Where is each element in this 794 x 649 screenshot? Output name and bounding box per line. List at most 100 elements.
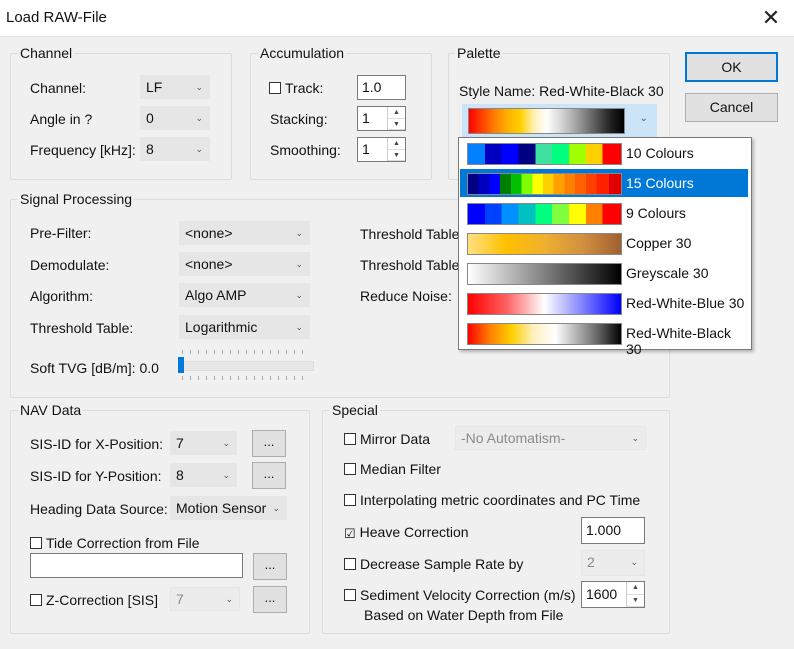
- chevron-down-icon: ⌄: [295, 290, 303, 300]
- prefilter-label: Pre-Filter:: [30, 225, 92, 241]
- threshold-table-label: Threshold Table:: [30, 320, 134, 336]
- checkbox-icon: [30, 594, 42, 606]
- track-input[interactable]: 1.0: [357, 75, 406, 100]
- window-title: Load RAW-File: [6, 9, 107, 26]
- threshold-table-select[interactable]: Logarithmic ⌄: [179, 315, 310, 339]
- z-correction-select[interactable]: 7 ⌄: [170, 587, 240, 611]
- title-bar: [0, 0, 794, 37]
- smoothing-stepper[interactable]: 1 ▲ ▼: [357, 137, 406, 162]
- channel-select[interactable]: LF ⌄: [140, 75, 210, 99]
- palette-option[interactable]: 15 Colours: [460, 169, 748, 197]
- tide-browse-button[interactable]: ...: [253, 553, 287, 580]
- soft-tvg-label: Soft TVG [dB/m]: 0.0: [30, 360, 159, 376]
- sis-x-select[interactable]: 7 ⌄: [170, 431, 237, 455]
- sis-y-browse-button[interactable]: ...: [252, 462, 286, 489]
- palette-option[interactable]: Greyscale 30: [460, 259, 748, 287]
- chevron-down-icon: ⌄: [222, 438, 230, 448]
- palette-swatch: [467, 143, 622, 165]
- checkbox-icon: [344, 463, 356, 475]
- chevron-down-icon: ⌄: [272, 503, 280, 513]
- arrow-up-icon[interactable]: ▲: [388, 107, 405, 119]
- palette-option[interactable]: 9 Colours: [460, 199, 748, 227]
- soft-tvg-slider[interactable]: [178, 361, 314, 371]
- angle-select[interactable]: 0 ⌄: [140, 106, 210, 130]
- arrow-up-icon[interactable]: ▲: [388, 138, 405, 150]
- heave-correction-checkbox[interactable]: ☑ Heave Correction: [344, 524, 469, 540]
- channel-label: Channel:: [30, 80, 87, 96]
- mirror-data-checkbox[interactable]: Mirror Data: [344, 431, 430, 447]
- checkbox-checked-icon: ☑: [344, 526, 356, 541]
- soft-tvg-slider-thumb[interactable]: [178, 357, 184, 373]
- z-correction-checkbox[interactable]: Z-Correction [SIS]: [30, 592, 158, 608]
- palette-option[interactable]: 10 Colours: [460, 139, 748, 167]
- palette-style-name: Style Name: Red-White-Black 30: [459, 83, 664, 99]
- checkbox-icon: [344, 494, 356, 506]
- demodulate-select[interactable]: <none> ⌄: [179, 252, 310, 276]
- demodulate-label: Demodulate:: [30, 257, 110, 273]
- sediment-velocity-stepper[interactable]: 1600 ▲ ▼: [581, 581, 645, 608]
- cancel-button[interactable]: Cancel: [685, 93, 778, 122]
- palette-dropdown-list: 10 Colours 15 Colours 9 Colours Copper 30 Gr…: [458, 137, 752, 357]
- z-correction-browse-button[interactable]: ...: [253, 586, 287, 613]
- palette-option-label: Greyscale 30: [626, 265, 709, 281]
- chevron-down-icon: ⌄: [295, 228, 303, 238]
- spin-buttons[interactable]: ▲ ▼: [387, 138, 405, 161]
- sediment-velocity-checkbox[interactable]: Sediment Velocity Correction (m/s): [344, 587, 576, 603]
- close-icon[interactable]: ✕: [757, 4, 785, 32]
- spin-buttons[interactable]: ▲ ▼: [626, 582, 644, 607]
- palette-group-title: Palette: [455, 45, 503, 61]
- checkbox-icon: [269, 82, 281, 94]
- chevron-down-icon: ⌄: [195, 82, 203, 92]
- arrow-up-icon[interactable]: ▲: [627, 582, 644, 595]
- smoothing-label: Smoothing:: [270, 142, 341, 158]
- prefilter-select[interactable]: <none> ⌄: [179, 221, 310, 245]
- palette-swatch: [467, 323, 622, 345]
- palette-swatch: [467, 233, 622, 255]
- palette-swatch: [467, 173, 622, 195]
- sis-y-select[interactable]: 8 ⌄: [170, 463, 237, 487]
- reduce-noise-label: Reduce Noise:: [360, 288, 452, 304]
- heading-source-select[interactable]: Motion Sensor ⌄: [170, 496, 287, 520]
- track-checkbox[interactable]: Track:: [269, 80, 323, 96]
- frequency-select[interactable]: 8 ⌄: [140, 137, 210, 161]
- palette-option[interactable]: Copper 30: [460, 229, 748, 257]
- palette-swatch: [467, 263, 622, 285]
- special-title: Special: [330, 402, 380, 418]
- palette-option-label: 10 Colours: [626, 145, 694, 161]
- decrease-sample-rate-checkbox[interactable]: Decrease Sample Rate by: [344, 556, 523, 572]
- sis-x-browse-button[interactable]: ...: [252, 430, 286, 457]
- threshold-table-label-a: Threshold Table: [360, 226, 460, 242]
- chevron-down-icon: ⌄: [631, 433, 639, 443]
- palette-option[interactable]: Red-White-Black 30: [460, 319, 748, 357]
- chevron-down-icon: ⌄: [195, 144, 203, 154]
- algorithm-select[interactable]: Algo AMP ⌄: [179, 283, 310, 307]
- palette-swatch: [467, 203, 622, 225]
- slider-ticks: [182, 350, 310, 354]
- palette-swatch-current: [468, 108, 625, 134]
- frequency-label: Frequency [kHz]:: [30, 142, 136, 158]
- checkbox-icon: [344, 433, 356, 445]
- slider-ticks: [182, 376, 310, 380]
- decrease-sample-rate-select[interactable]: 2 ⌄: [581, 550, 645, 576]
- arrow-down-icon[interactable]: ▼: [627, 595, 644, 607]
- interpolating-checkbox[interactable]: Interpolating metric coordinates and PC …: [344, 492, 640, 508]
- tide-correction-checkbox[interactable]: Tide Correction from File: [30, 535, 200, 551]
- spin-buttons[interactable]: ▲ ▼: [387, 107, 405, 130]
- algorithm-label: Algorithm:: [30, 288, 94, 304]
- chevron-down-icon: ⌄: [295, 322, 303, 332]
- palette-option-label: Copper 30: [626, 235, 692, 251]
- chevron-down-icon: ⌄: [222, 470, 230, 480]
- ok-button[interactable]: OK: [685, 52, 778, 82]
- palette-option-label: 15 Colours: [626, 175, 694, 191]
- heave-correction-input[interactable]: 1.000: [581, 517, 645, 544]
- tide-file-input[interactable]: [30, 553, 243, 578]
- arrow-down-icon[interactable]: ▼: [388, 119, 405, 130]
- palette-option[interactable]: Red-White-Blue 30: [460, 289, 748, 317]
- chevron-down-icon: ⌄: [195, 113, 203, 123]
- arrow-down-icon[interactable]: ▼: [388, 150, 405, 161]
- checkbox-icon: [344, 558, 356, 570]
- median-filter-checkbox[interactable]: Median Filter: [344, 461, 441, 477]
- stacking-stepper[interactable]: 1 ▲ ▼: [357, 106, 406, 131]
- mirror-data-select[interactable]: -No Automatism- ⌄: [455, 426, 646, 450]
- palette-select[interactable]: ⌄: [462, 104, 657, 138]
